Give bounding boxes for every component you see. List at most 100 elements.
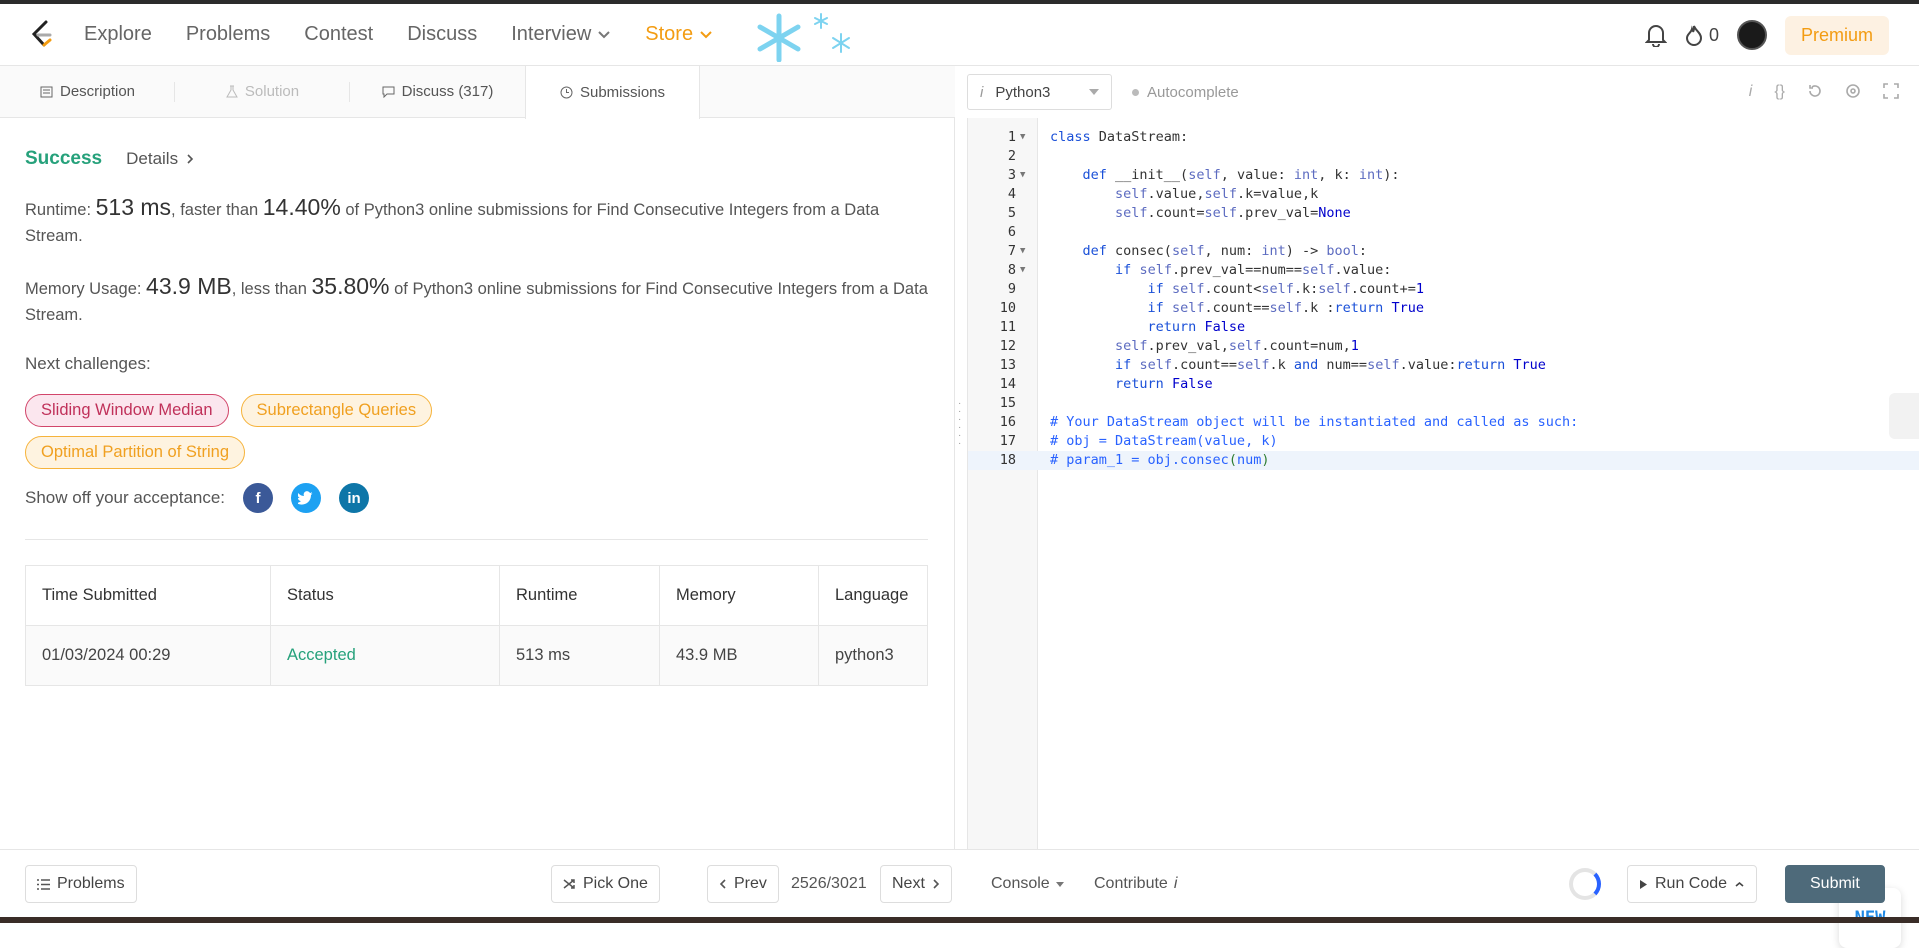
col-time-submitted[interactable]: Time Submitted	[26, 566, 271, 626]
braces-icon[interactable]: {}	[1774, 83, 1785, 101]
tab-description[interactable]: Description	[0, 66, 175, 117]
tab-discuss[interactable]: Discuss (317)	[350, 66, 525, 117]
col-status[interactable]: Status	[271, 566, 500, 626]
tab-description-label: Description	[60, 83, 135, 100]
info-icon: i	[1174, 875, 1178, 893]
chevron-right-icon	[186, 153, 194, 165]
pick-one-label: Pick One	[583, 875, 648, 893]
submit-button[interactable]: Submit	[1785, 865, 1885, 903]
code-line: 10 if self.count==self.k :return True	[968, 299, 1919, 318]
cell-status-link[interactable]: Accepted	[271, 626, 500, 686]
table-header-row: Time Submitted Status Runtime Memory Lan…	[26, 566, 928, 626]
cell-runtime: 513 ms	[500, 626, 660, 686]
details-label: Details	[126, 149, 178, 169]
next-challenges-label: Next challenges:	[25, 354, 929, 374]
settings-icon[interactable]	[1845, 83, 1861, 99]
runtime-stat: Runtime: 513 ms, faster than 14.40% of P…	[25, 194, 929, 249]
run-code-label: Run Code	[1655, 875, 1727, 893]
challenge-sliding-window-median[interactable]: Sliding Window Median	[25, 394, 229, 427]
streak-count: 0	[1709, 25, 1719, 46]
code-line: 13 if self.count==self.k and num==self.v…	[968, 356, 1919, 375]
contribute-label: Contribute	[1094, 875, 1168, 893]
col-runtime[interactable]: Runtime	[500, 566, 660, 626]
next-challenges: Sliding Window Median Subrectangle Queri…	[25, 394, 625, 469]
bell-icon[interactable]	[1645, 23, 1667, 47]
caret-down-icon	[1056, 882, 1064, 887]
language-select[interactable]: i Python3	[967, 74, 1112, 110]
code-line: 3▼ def __init__(self, value: int, k: int…	[968, 166, 1919, 185]
code-line: 8▼ if self.prev_val==num==self.value:	[968, 261, 1919, 280]
col-memory[interactable]: Memory	[660, 566, 819, 626]
info-icon: i	[980, 84, 983, 101]
problem-counter: 2526/3021	[791, 875, 867, 893]
challenge-optimal-partition-of-string[interactable]: Optimal Partition of String	[25, 436, 245, 469]
editor-tools: i {}	[1749, 83, 1899, 101]
fullscreen-icon[interactable]	[1883, 83, 1899, 99]
avatar[interactable]	[1737, 20, 1767, 50]
nav-discuss[interactable]: Discuss	[407, 23, 477, 46]
nav-problems[interactable]: Problems	[186, 23, 270, 46]
bottom-strip	[0, 917, 1919, 923]
details-link[interactable]: Details	[126, 149, 194, 169]
nav-interview[interactable]: Interview	[511, 23, 611, 46]
nav-store[interactable]: Store	[645, 23, 713, 46]
runtime-label: Runtime:	[25, 201, 96, 219]
shuffle-icon	[563, 878, 576, 890]
submissions-table: Time Submitted Status Runtime Memory Lan…	[25, 565, 928, 686]
bottom-toolbar: Problems Pick One Prev 2526/3021 Next Co…	[0, 849, 1919, 917]
tab-solution-label: Solution	[245, 83, 299, 100]
code-line: 14 return False	[968, 375, 1919, 394]
toggle-dot-icon	[1132, 89, 1139, 96]
premium-button[interactable]: Premium	[1785, 16, 1889, 55]
code-line: 11 return False	[968, 318, 1919, 337]
memory-mid: , less than	[232, 280, 312, 298]
console-toggle[interactable]: Console	[991, 875, 1064, 893]
table-row[interactable]: 01/03/2024 00:29 Accepted 513 ms 43.9 MB…	[26, 626, 928, 686]
leetcode-logo-icon[interactable]	[28, 19, 56, 51]
snowflake-decoration-icon	[751, 8, 861, 62]
document-icon	[40, 86, 53, 98]
panel-resize-handle[interactable]: ······	[958, 400, 961, 448]
tab-submissions[interactable]: Submissions	[525, 66, 700, 119]
tab-solution[interactable]: Solution	[175, 66, 350, 117]
clock-icon	[560, 86, 573, 99]
nav-explore[interactable]: Explore	[84, 23, 152, 46]
linkedin-icon[interactable]: in	[339, 483, 369, 513]
contribute-link[interactable]: Contribute i	[1094, 875, 1177, 893]
next-label: Next	[892, 875, 925, 893]
reset-icon[interactable]	[1807, 83, 1823, 99]
info-icon[interactable]: i	[1749, 83, 1753, 101]
problems-list-button[interactable]: Problems	[25, 865, 137, 903]
prev-button[interactable]: Prev	[707, 865, 779, 903]
code-line: 15	[968, 394, 1919, 413]
code-line: 6	[968, 223, 1919, 242]
result-status-line: Success Details	[25, 148, 929, 170]
col-language[interactable]: Language	[819, 566, 928, 626]
code-editor[interactable]: 1▼class DataStream: 2 3▼ def __init__(se…	[967, 118, 1919, 849]
chevron-right-icon	[932, 878, 940, 890]
nav-contest[interactable]: Contest	[304, 23, 373, 46]
flask-icon	[226, 85, 238, 98]
fire-icon	[1685, 24, 1703, 46]
next-button[interactable]: Next	[880, 865, 952, 903]
nav-store-label: Store	[645, 23, 693, 46]
autocomplete-label: Autocomplete	[1147, 84, 1239, 101]
success-status: Success	[25, 148, 102, 170]
code-line: 7▼ def consec(self, num: int) -> bool:	[968, 242, 1919, 261]
runtime-percentile: 14.40%	[263, 194, 341, 220]
facebook-icon[interactable]: f	[243, 483, 273, 513]
chevron-down-icon	[699, 30, 713, 40]
challenge-subrectangle-queries[interactable]: Subrectangle Queries	[241, 394, 433, 427]
streak-counter[interactable]: 0	[1685, 24, 1719, 46]
language-value: Python3	[995, 84, 1077, 101]
autocomplete-toggle[interactable]: Autocomplete	[1132, 84, 1239, 101]
code-line: 9 if self.count<self.k:self.count+=1	[968, 280, 1919, 299]
run-code-button[interactable]: Run Code	[1627, 865, 1757, 903]
list-icon	[37, 879, 50, 890]
pick-one-button[interactable]: Pick One	[551, 865, 660, 903]
runtime-value: 513 ms	[96, 194, 171, 220]
side-note-tab[interactable]	[1889, 393, 1919, 439]
problem-tabs: Description Solution Discuss (317) Submi…	[0, 66, 955, 118]
twitter-icon[interactable]	[291, 483, 321, 513]
tab-submissions-label: Submissions	[580, 84, 665, 101]
